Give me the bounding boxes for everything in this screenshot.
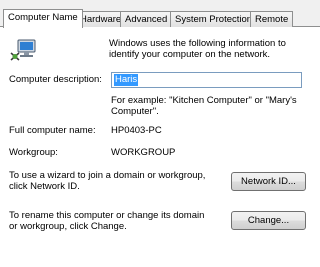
tab-strip: Computer Name Hardware Advanced System P… (0, 0, 320, 28)
intro-text: Windows uses the following information t… (109, 38, 286, 60)
tab-advanced[interactable]: Advanced (120, 11, 173, 27)
computer-description-label: Computer description: (9, 74, 102, 85)
computer-description-value: Haris (114, 74, 139, 86)
full-computer-name-label: Full computer name: (9, 125, 96, 136)
description-example-text: For example: "Kitchen Computer" or "Mary… (111, 95, 297, 117)
change-button[interactable]: Change... (231, 211, 306, 230)
workgroup-value: WORKGROUP (111, 147, 176, 158)
network-id-button[interactable]: Network ID... (231, 172, 306, 191)
tab-computer-name[interactable]: Computer Name (3, 9, 83, 28)
computer-network-icon (10, 39, 36, 61)
tab-system-protection[interactable]: System Protection (170, 11, 258, 27)
tab-remote[interactable]: Remote (250, 11, 294, 27)
rename-instructions: To rename this computer or change its do… (9, 210, 205, 232)
full-computer-name-value: HP0403-PC (111, 125, 162, 136)
computer-name-panel: Windows uses the following information t… (0, 27, 320, 267)
workgroup-label: Workgroup: (9, 147, 58, 158)
network-id-instructions: To use a wizard to join a domain or work… (9, 170, 206, 192)
computer-description-input[interactable]: Haris (111, 72, 302, 88)
